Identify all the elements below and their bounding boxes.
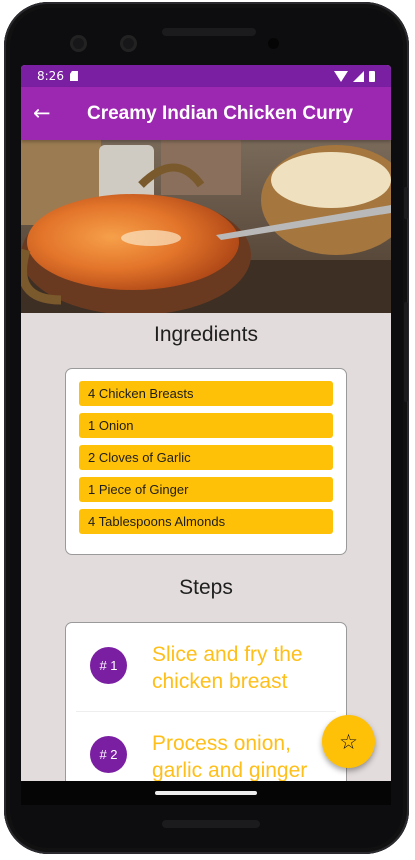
ingredients-heading: Ingredients xyxy=(154,323,258,346)
step-number-badge: # 1 xyxy=(90,647,127,684)
earpiece xyxy=(162,28,256,36)
bottom-speaker xyxy=(162,820,260,828)
ingredients-list[interactable]: 4 Chicken Breasts 1 Onion 2 Cloves of Garl… xyxy=(79,381,333,546)
status-icons xyxy=(334,70,375,82)
hero-image xyxy=(21,140,391,313)
list-item[interactable]: 1 Piece of Ginger xyxy=(79,477,333,502)
steps-heading: Steps xyxy=(179,576,233,599)
power-button xyxy=(404,302,408,402)
arrow-left-icon[interactable]: ← xyxy=(33,103,63,124)
list-item[interactable]: 1 Onion xyxy=(79,413,333,438)
list-item[interactable]: 4 Tablespoons Almonds xyxy=(79,509,333,534)
page-title: Creamy Indian Chicken Curry xyxy=(87,102,354,124)
list-item[interactable]: 4 Chicken Breasts xyxy=(79,381,333,406)
favorite-button[interactable]: ☆ xyxy=(322,715,375,768)
list-item[interactable]: 2 Cloves of Garlic xyxy=(79,445,333,470)
battery-icon xyxy=(369,70,375,82)
list-item[interactable]: # 1 Slice and fry the chicken breast xyxy=(76,623,336,711)
step-number-badge: # 2 xyxy=(90,736,127,773)
signal-icon xyxy=(353,70,364,82)
step-text: Slice and fry the chicken breast xyxy=(152,643,303,693)
camera-icon xyxy=(70,35,87,52)
camera-icon xyxy=(120,35,137,52)
steps-card: # 1 Slice and fry the chicken breast # 2… xyxy=(65,622,347,805)
ingredients-card: 4 Chicken Breasts 1 Onion 2 Cloves of Garl… xyxy=(65,368,347,555)
home-indicator[interactable] xyxy=(155,791,257,795)
chicken-curry-photo xyxy=(21,140,391,313)
volume-button xyxy=(404,187,408,219)
step-text: Process onion, garlic and ginger xyxy=(152,732,308,782)
sensor xyxy=(268,38,279,49)
star-icon: ☆ xyxy=(339,729,358,754)
wifi-icon xyxy=(334,70,348,82)
status-time: 8:26 xyxy=(37,69,64,83)
status-bar: 8:26 xyxy=(21,65,391,87)
sd-card-icon xyxy=(69,71,78,81)
navigation-bar xyxy=(21,781,391,805)
app-screen: 8:26 ← Creamy Indian Chicken Curry Ingre… xyxy=(21,65,391,805)
app-bar: ← Creamy Indian Chicken Curry xyxy=(21,87,391,140)
